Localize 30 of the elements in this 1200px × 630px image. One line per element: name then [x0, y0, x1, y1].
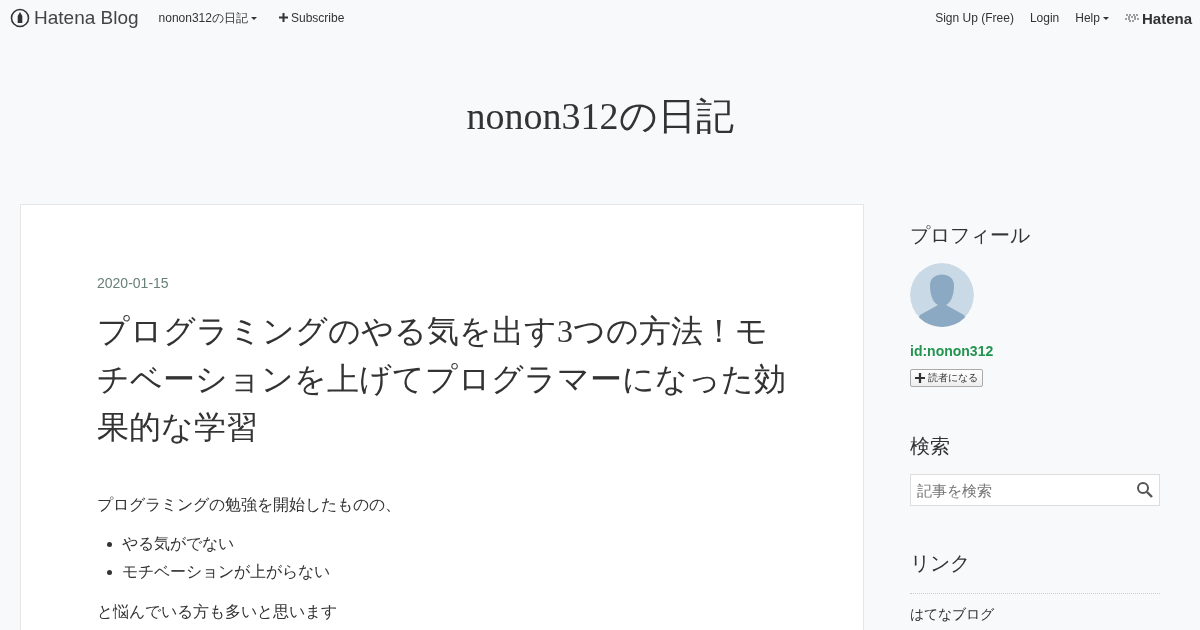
- search-icon[interactable]: [1136, 481, 1154, 499]
- bullet-icon: [107, 541, 112, 547]
- sidebar-link[interactable]: はてなブログ: [910, 593, 1160, 630]
- entry-title[interactable]: プログラミングのやる気を出す3つの方法！モチベーションを上げてプログラマーになった効果的な学習: [97, 307, 787, 451]
- hatena-icon: [1124, 13, 1139, 23]
- search-field[interactable]: 記事を検索: [910, 474, 1160, 506]
- section-heading: 検索: [910, 434, 951, 459]
- follow-button[interactable]: 読者になる: [910, 369, 983, 387]
- entry-date[interactable]: 2020-01-15: [97, 275, 787, 291]
- list-item: やる気がでない: [122, 534, 234, 554]
- blog-menu[interactable]: nonon312の日記: [158, 9, 257, 27]
- section-heading: プロフィール: [910, 223, 1031, 248]
- subscribe-link[interactable]: Subscribe: [278, 11, 345, 25]
- header-link[interactable]: Login: [1029, 11, 1060, 25]
- site-logo[interactable]: Hatena Blog: [34, 7, 139, 29]
- paragraph: プログラミングの勉強を開始したものの、: [97, 495, 402, 515]
- help-menu[interactable]: Help: [1075, 11, 1109, 25]
- logo-icon: [10, 8, 30, 28]
- section-heading: リンク: [910, 551, 971, 576]
- hatena-brand[interactable]: Hatena: [1124, 9, 1192, 27]
- user-id-link[interactable]: id:nonon312: [910, 343, 1160, 359]
- plus-icon: [915, 373, 925, 383]
- caret-icon: [250, 16, 257, 20]
- plus-icon: [278, 13, 288, 22]
- caret-icon: [1102, 17, 1109, 21]
- blog-title[interactable]: nonon312の日記: [466, 91, 734, 142]
- paragraph: と悩んでいる方も多いと思います: [97, 602, 338, 622]
- bullet-icon: [107, 569, 112, 575]
- header-link[interactable]: Sign Up (Free): [935, 11, 1014, 25]
- list-item: モチベーションが上がらない: [122, 562, 330, 582]
